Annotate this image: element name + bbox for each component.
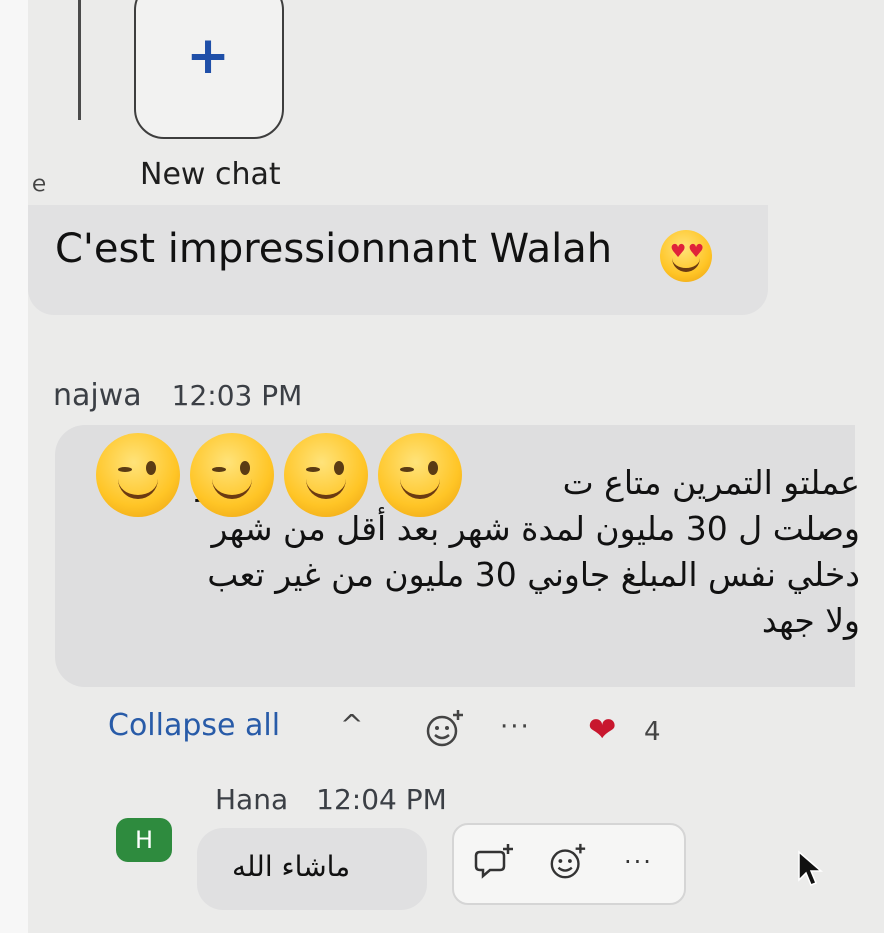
- sender-name[interactable]: Hana: [215, 783, 288, 816]
- message-header-hana: Hana 12:04 PM: [215, 783, 447, 816]
- add-reaction-icon[interactable]: [548, 842, 588, 882]
- window-edge: [0, 0, 28, 933]
- heart-icon[interactable]: ❤: [588, 710, 617, 750]
- winking-face-emoji: [190, 433, 274, 517]
- more-options-icon[interactable]: ···: [624, 848, 653, 876]
- message-line-1: عملتو التمرين متاع ت: [562, 463, 860, 502]
- sidebar-divider: [78, 0, 81, 120]
- message-header-najwa: najwa 12:03 PM: [53, 378, 302, 413]
- winking-face-emoji: [96, 433, 180, 517]
- avatar[interactable]: H: [116, 818, 172, 862]
- sender-name[interactable]: najwa: [53, 378, 142, 413]
- winking-face-emoji: [378, 433, 462, 517]
- more-options-icon[interactable]: ···: [500, 712, 531, 742]
- winking-face-emoji: [284, 433, 368, 517]
- message-line-3: دخلي نفس المبلغ جاوني 30 مليون من غير تع…: [207, 555, 860, 594]
- message-text-previous: C'est impressionnant Walah: [55, 226, 613, 272]
- reaction-count[interactable]: 4: [644, 717, 661, 747]
- plus-icon[interactable]: +: [184, 30, 232, 82]
- message-line-2: وصلت ل 30 مليون لمدة شهر بعد أقل من شهر: [211, 509, 860, 548]
- reply-in-thread-icon[interactable]: [474, 842, 514, 882]
- message-time: 12:04 PM: [316, 783, 447, 816]
- message-time: 12:03 PM: [171, 379, 303, 412]
- mouse-cursor-icon: [798, 850, 824, 886]
- chevron-up-icon[interactable]: ^: [340, 708, 363, 741]
- message-line-4: ولا جهد: [761, 601, 860, 640]
- heart-eyes-emoji: ♥ ♥: [660, 230, 712, 282]
- collapse-all-button[interactable]: Collapse all: [108, 708, 280, 743]
- new-chat-label[interactable]: New chat: [140, 157, 281, 192]
- message-text-hana: ماشاء الله: [232, 850, 351, 883]
- add-reaction-icon[interactable]: [424, 708, 466, 750]
- partial-sidebar-icon: ｅ: [28, 172, 51, 197]
